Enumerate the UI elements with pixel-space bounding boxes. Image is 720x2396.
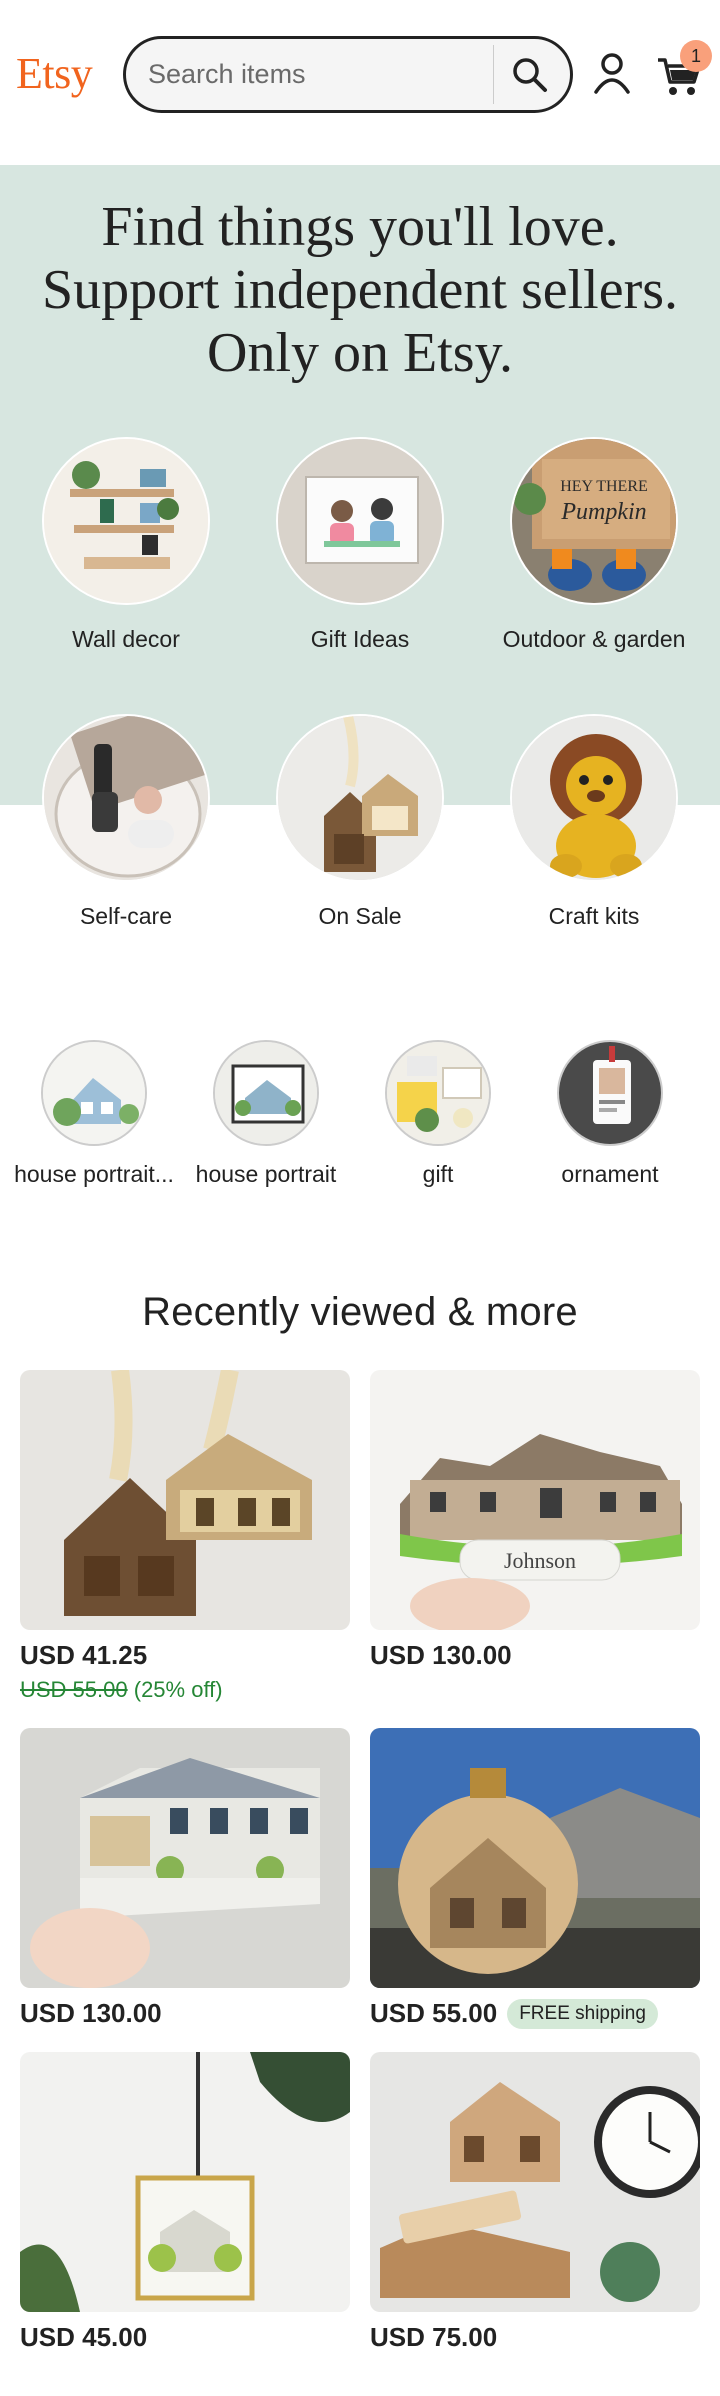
house-portrait-thumbnail (213, 1040, 319, 1146)
hero-title: Find things you'll love. Support indepen… (0, 196, 720, 385)
search-button[interactable] (500, 47, 560, 103)
account-button[interactable] (588, 50, 636, 98)
craft-kits-photo (510, 714, 678, 882)
listing-image[interactable]: Johnson (370, 1370, 700, 1630)
gift-ideas-photo (276, 437, 444, 605)
search-suggestion-label: house portrait... (14, 1161, 174, 1187)
self-care-photo (42, 714, 210, 882)
gift-thumbnail (385, 1040, 491, 1146)
listing-price: USD 55.00 FREE shipping (370, 1998, 700, 2029)
category-outdoor-garden[interactable]: HEY THERE Pumpkin Outdoor & garden (484, 437, 704, 655)
outdoor-garden-photo: HEY THERE Pumpkin (510, 437, 678, 605)
search-suggestion-house-portrait-watercolor[interactable]: house portrait... (9, 1040, 179, 1190)
listing-card[interactable]: USD 130.00 (20, 1728, 350, 2029)
listing-card[interactable]: USD 41.25 USD 55.00 (25% off) (20, 1370, 350, 1703)
category-label: Outdoor & garden (502, 626, 686, 652)
category-label: Craft kits (548, 903, 640, 929)
cart-count-badge: 1 (680, 40, 712, 72)
listing-price: USD 130.00 (20, 1998, 162, 2028)
listing-card[interactable]: USD 55.00 FREE shipping (370, 1728, 700, 2029)
hero-title-line: Find things you'll love. (101, 196, 619, 258)
original-price: USD 55.00 (20, 1677, 128, 1702)
hero-title-line: Support independent sellers. (41, 259, 679, 321)
listing-price: USD 45.00 (20, 2322, 148, 2352)
search-input[interactable] (126, 59, 486, 90)
listing-price-value: USD 55.00 (370, 1998, 498, 2028)
hero-title-line: Only on Etsy. (207, 322, 513, 384)
discount-percent: (25% off) (133, 1677, 223, 1702)
category-gift-ideas[interactable]: Gift Ideas (250, 437, 470, 655)
listing-image[interactable] (20, 1370, 350, 1630)
listing-price: USD 130.00 (370, 1640, 512, 1670)
free-shipping-badge: FREE shipping (507, 1998, 658, 2029)
listing-image[interactable] (20, 1728, 350, 1988)
category-label: Self-care (79, 903, 173, 929)
listing-card[interactable]: Johnson USD 130.00 (370, 1370, 700, 1671)
svg-text:Johnson: Johnson (504, 1548, 576, 1573)
svg-text:Pumpkin: Pumpkin (560, 499, 646, 525)
on-sale-photo (276, 714, 444, 882)
listing-card[interactable]: USD 75.00 (370, 2052, 700, 2353)
user-icon (594, 53, 630, 94)
category-self-care[interactable]: Self-care (16, 714, 236, 932)
listing-card[interactable]: USD 45.00 (20, 2052, 350, 2353)
ornament-thumbnail (557, 1040, 663, 1146)
category-label: On Sale (318, 903, 402, 929)
search-suggestion-house-portrait[interactable]: house portrait (181, 1040, 351, 1190)
recently-viewed-title: Recently viewed & more (142, 1290, 578, 1334)
category-label: Wall decor (72, 626, 180, 652)
search-bar[interactable] (123, 36, 573, 113)
search-suggestion-label: ornament (561, 1161, 659, 1187)
category-label: Gift Ideas (310, 626, 410, 652)
listing-original-price: USD 55.00 (25% off) (20, 1677, 350, 1703)
search-suggestion-ornament[interactable]: ornament (525, 1040, 695, 1190)
category-craft-kits[interactable]: Craft kits (484, 714, 704, 932)
listing-image[interactable] (20, 2052, 350, 2312)
wall-decor-photo (42, 437, 210, 605)
category-wall-decor[interactable]: Wall decor (16, 437, 236, 655)
search-suggestion-label: house portrait (195, 1161, 337, 1187)
search-suggestion-label: gift (422, 1161, 454, 1187)
search-icon (513, 58, 547, 92)
listing-price: USD 41.25 (20, 1640, 148, 1670)
search-divider (493, 45, 494, 104)
listing-price: USD 75.00 (370, 2322, 498, 2352)
etsy-logo[interactable]: Etsy (16, 36, 121, 112)
house-portrait-thumbnail (41, 1040, 147, 1146)
search-suggestion-gift[interactable]: gift (353, 1040, 523, 1190)
category-on-sale[interactable]: On Sale (250, 714, 470, 932)
listing-image[interactable] (370, 2052, 700, 2312)
listing-image[interactable] (370, 1728, 700, 1988)
svg-text:HEY THERE: HEY THERE (560, 478, 648, 495)
